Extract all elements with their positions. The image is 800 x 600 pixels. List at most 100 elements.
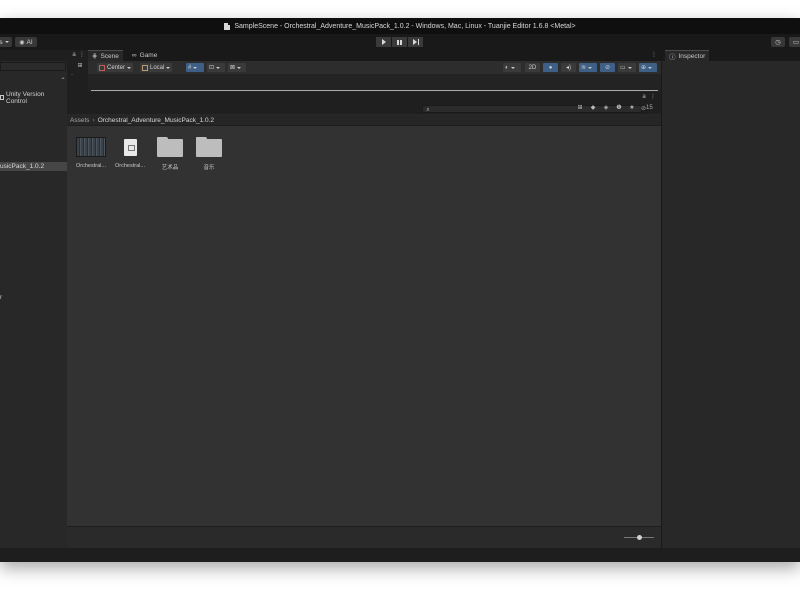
hierarchy-search-input[interactable] [0, 62, 66, 71]
step-icon [412, 39, 419, 45]
asset-item-scene[interactable]: Orchestral... [73, 136, 109, 169]
info-icon: ⓘ [669, 54, 676, 61]
project-search-input[interactable]: ⌕ [422, 105, 642, 113]
eye-slash-icon: ⊘ [604, 65, 611, 71]
chevron-down-icon [627, 66, 632, 69]
scene-view-panel: ⋕ Scene ∞ Game ⋮ Center Local # ⊡ ⊠ ◐ 2D… [88, 50, 661, 92]
chevron-down-icon [588, 66, 593, 69]
scene-menu-icon[interactable]: ⋮ [651, 52, 657, 58]
dot-icon: · [71, 72, 73, 78]
snap-increment-dropdown[interactable]: ⊡ [207, 63, 225, 72]
effects-dropdown[interactable]: ≋ [579, 63, 597, 72]
scene-visibility-toggle[interactable]: ⊘ [600, 63, 615, 72]
document-icon [224, 22, 231, 30]
asset-grid: Orchestral... Orchestral... 艺术品 音乐 [67, 126, 661, 526]
project-toolbar: a ⋮ ⌕ ⊞ ◆ ◈ ❶ ★ ⊘ 15 [67, 92, 661, 114]
hierarchy-collapse-icon[interactable]: ⌃ [60, 78, 66, 84]
folder-icon [157, 137, 183, 157]
scene-tabstrip: ⋕ Scene ∞ Game ⋮ [88, 50, 661, 61]
hierarchy-toolbar-strip: a ⋮ ⊞ · [67, 50, 88, 92]
hierarchy-item[interactable]: r [0, 294, 2, 301]
chevron-down-icon [193, 66, 198, 69]
project-panel: a ⋮ ⌕ ⊞ ◆ ◈ ❶ ★ ⊘ 15 Assets › Orchestral… [67, 92, 661, 548]
hierarchy-item-label-2: r [0, 294, 3, 301]
pause-icon [397, 39, 402, 45]
ai-button[interactable]: ◉ AI [15, 37, 37, 47]
kebab-icon[interactable]: ⋮ [79, 52, 85, 58]
space-icon [142, 64, 148, 71]
window-title: SampleScene - Orchestral_Adventure_Music… [234, 22, 576, 30]
draw-mode-icon: ◐ [505, 64, 509, 71]
account-dropdown-label: s [0, 38, 3, 46]
asset-label: Orchestral... [76, 163, 106, 169]
camera-dropdown[interactable]: ▭ [618, 63, 636, 72]
search-icon: ⌕ [426, 107, 430, 113]
editor-window: SampleScene - Orchestral_Adventure_Music… [0, 18, 800, 562]
scene-toolbar: Center Local # ⊡ ⊠ ◐ 2D ● ◂) ≋ ⊘ ▭ ⊕ [88, 61, 661, 74]
project-menu-icon[interactable]: ⋮ [650, 94, 656, 100]
account-button[interactable]: ▭ [789, 37, 800, 47]
project-footer [67, 526, 661, 548]
hierarchy-search-icon[interactable]: ⊞ [77, 63, 83, 69]
status-bar [0, 548, 800, 562]
tab-scene[interactable]: ⋕ Scene [88, 50, 123, 61]
game-tab-icon: ∞ [132, 52, 137, 59]
main-toolbar: s ◉ AI ◷ ▭ [0, 34, 800, 50]
pivot-label: Center [107, 64, 126, 71]
info-icon[interactable]: ❶ [616, 105, 622, 111]
toggle-2d-label: 2D [528, 64, 537, 71]
space-dropdown[interactable]: Local [140, 63, 173, 72]
step-button[interactable] [408, 37, 423, 47]
hierarchy-item-selected[interactable]: usicPack_1.0.2 [0, 162, 67, 171]
account-dropdown[interactable]: s [0, 37, 12, 47]
history-icon: ◷ [775, 39, 781, 46]
tab-inspector[interactable]: ⓘ Inspector [665, 50, 710, 61]
lock-icon-2[interactable]: a [71, 52, 77, 58]
asset-label: 艺术品 [161, 165, 179, 171]
pivot-dropdown[interactable]: Center [97, 63, 134, 72]
chevron-down-icon [216, 66, 221, 69]
camera-icon: ▭ [620, 65, 626, 71]
gizmos-dropdown[interactable]: ⊕ [639, 63, 657, 72]
folder-icon [196, 137, 222, 157]
gizmos-icon: ⊕ [641, 65, 647, 71]
project-lock-icon[interactable]: a [641, 94, 647, 100]
asset-item-folder-music[interactable]: 音乐 [191, 136, 227, 171]
draw-mode-dropdown[interactable]: ◐ [503, 63, 521, 72]
breadcrumb-assets[interactable]: Assets [70, 117, 90, 124]
scene-tab-icon: ⋕ [92, 53, 98, 60]
chevron-down-icon [166, 66, 171, 69]
asset-item-folder-art[interactable]: 艺术品 [152, 136, 188, 171]
ai-button-label: AI [26, 38, 33, 46]
history-button[interactable]: ◷ [771, 37, 785, 47]
tag-icon[interactable]: ◈ [603, 105, 609, 111]
play-button[interactable] [376, 37, 391, 47]
title-bar: SampleScene - Orchestral_Adventure_Music… [0, 18, 800, 34]
play-icon [381, 39, 386, 45]
grid-snap-dropdown[interactable]: # [186, 63, 204, 72]
ai-icon: ◉ [19, 39, 25, 46]
breadcrumb-current[interactable]: Orchestral_Adventure_MusicPack_1.0.2 [98, 117, 214, 124]
toggle-2d-button[interactable]: 2D [525, 63, 540, 72]
pause-button[interactable] [392, 37, 407, 47]
account-icon: ▭ [792, 39, 800, 46]
hierarchy-item-label: usicPack_1.0.2 [0, 163, 45, 170]
scene-thumbnail [76, 137, 106, 157]
pivot-icon [99, 64, 105, 71]
filter-by-label-icon[interactable]: ◆ [590, 105, 596, 111]
version-control-row[interactable]: Unity Version Control [0, 91, 67, 105]
audio-toggle[interactable]: ◂) [561, 63, 576, 72]
icon-size-slider-handle[interactable] [637, 535, 642, 540]
hidden-packages-counter[interactable]: ⊘ 15 [641, 105, 653, 112]
incremental-snap-dropdown[interactable]: ⊠ [228, 63, 246, 72]
star-icon[interactable]: ★ [629, 105, 635, 111]
tab-scene-label: Scene [100, 52, 119, 60]
lightbulb-icon: ● [548, 64, 553, 71]
asset-item-document[interactable]: Orchestral... [112, 136, 148, 169]
filter-by-type-icon[interactable]: ⊞ [577, 105, 583, 111]
tab-game[interactable]: ∞ Game [128, 50, 161, 61]
breadcrumb: Assets › Orchestral_Adventure_MusicPack_… [67, 115, 661, 126]
lighting-toggle[interactable]: ● [543, 63, 558, 72]
chevron-down-icon [237, 66, 242, 69]
hierarchy-tabstrip: ⊓ [0, 50, 73, 61]
